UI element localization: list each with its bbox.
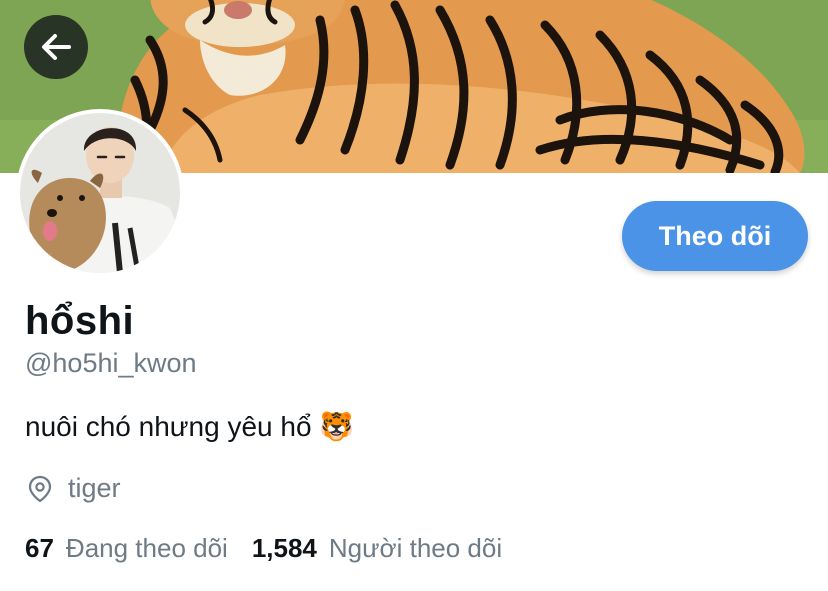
follow-button[interactable]: Theo dõi [622,201,808,271]
followers-label: Người theo dõi [328,533,503,563]
avatar-photo [20,113,180,273]
avatar[interactable] [20,113,180,273]
followers-stat-link[interactable]: 1,584 Người theo dõi [252,533,502,564]
display-name: hổshi [25,299,135,343]
followers-count: 1,584 [251,533,317,563]
username-handle: @ho5hi_kwon [25,348,197,378]
following-stat-link[interactable]: 67 Đang theo dõi [25,533,228,564]
following-count: 67 [25,533,54,563]
location-text: tiger [68,473,121,503]
profile-location: tiger [25,473,121,504]
follow-stats: 67 Đang theo dõi 1,584 Người theo dõi [25,533,502,564]
following-label: Đang theo dõi [65,533,228,563]
location-pin-icon [28,475,52,502]
arrow-left-icon [42,34,71,60]
back-button[interactable] [24,15,88,79]
profile-bio: nuôi chó nhưng yêu hổ 🐯 [25,411,355,442]
